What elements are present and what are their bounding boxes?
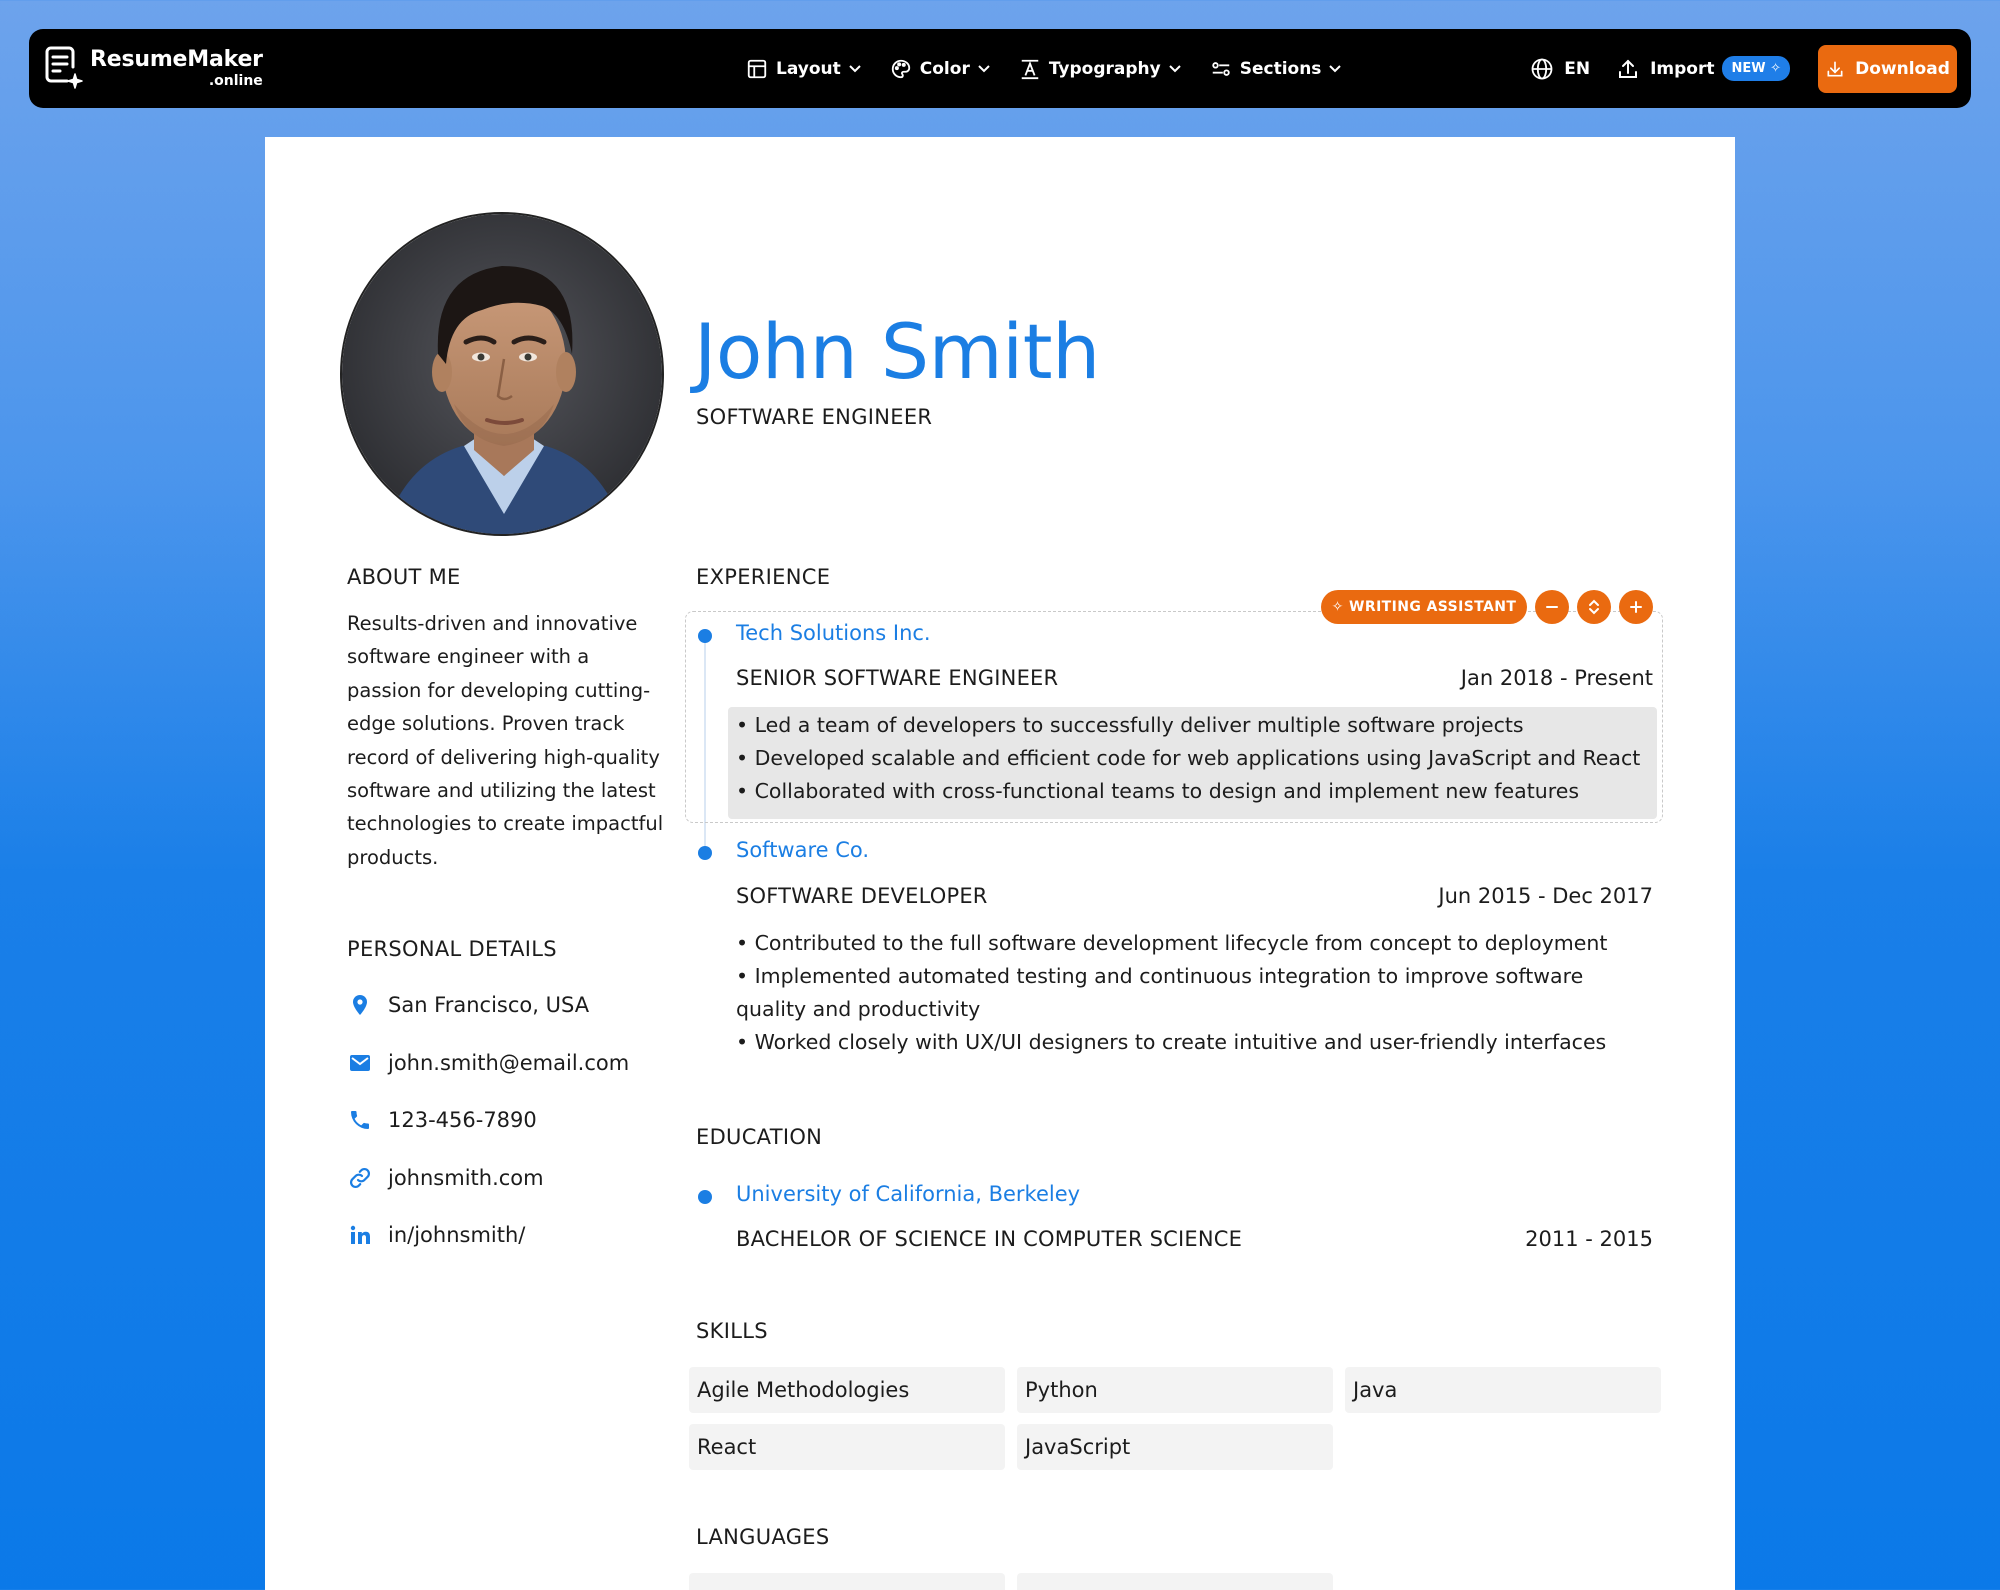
detail-linkedin-value: in/johnsmith/ xyxy=(388,1223,526,1247)
chevron-up-down-icon xyxy=(1589,599,1599,615)
resume-name[interactable]: John Smith xyxy=(694,307,1100,396)
logo-title: ResumeMaker xyxy=(90,46,263,72)
experience-bullet: Developed scalable and efficient code fo… xyxy=(736,742,1651,775)
detail-email-value: john.smith@email.com xyxy=(388,1051,630,1075)
about-text[interactable]: Results-driven and innovative software e… xyxy=(347,607,667,874)
skill-chip[interactable]: JavaScript xyxy=(1017,1424,1333,1470)
skill-chip[interactable]: Java xyxy=(1345,1367,1661,1413)
phone-icon xyxy=(351,1111,369,1129)
education-school[interactable]: University of California, Berkeley xyxy=(736,1182,1080,1206)
languages-heading[interactable]: LANGUAGES xyxy=(696,1525,829,1549)
remove-entry-button[interactable] xyxy=(1535,590,1569,624)
experience-dates[interactable]: Jun 2015 - Dec 2017 xyxy=(1438,884,1653,908)
detail-phone[interactable]: 123-456-7890 xyxy=(348,1108,537,1132)
profile-photo-portrait xyxy=(342,214,662,534)
layout-icon xyxy=(747,59,767,78)
right-tools: EN Import NEW ✧ Download xyxy=(1530,29,1957,108)
education-degree[interactable]: BACHELOR OF SCIENCE IN COMPUTER SCIENCE xyxy=(736,1227,1242,1251)
experience-role[interactable]: SOFTWARE DEVELOPER xyxy=(736,884,988,908)
experience-bullet: Contributed to the full software develop… xyxy=(736,927,1651,960)
download-label: Download xyxy=(1855,58,1950,79)
timeline-dot xyxy=(698,846,712,860)
menu-layout-label: Layout xyxy=(776,58,841,79)
import-button[interactable]: Import NEW ✧ xyxy=(1616,56,1790,81)
import-label: Import xyxy=(1650,58,1715,79)
logo-subtitle: .online xyxy=(208,72,263,89)
language-chip[interactable] xyxy=(1017,1573,1333,1590)
detail-phone-value: 123-456-7890 xyxy=(388,1108,537,1132)
experience-bullets[interactable]: Led a team of developers to successfully… xyxy=(736,709,1651,808)
menu-sections[interactable]: Sections xyxy=(1210,58,1343,80)
personal-details-heading[interactable]: PERSONAL DETAILS xyxy=(347,937,557,961)
entry-toolbar: ✧ WRITING ASSISTANT xyxy=(1321,590,1653,624)
download-button[interactable]: Download xyxy=(1818,44,1957,93)
upload-icon xyxy=(1619,59,1638,78)
timeline-dot xyxy=(698,629,712,643)
experience-bullets[interactable]: Contributed to the full software develop… xyxy=(736,927,1651,1059)
resume-title[interactable]: SOFTWARE ENGINEER xyxy=(696,405,932,429)
experience-bullet: Worked closely with UX/UI designers to c… xyxy=(736,1026,1651,1059)
skills-heading[interactable]: SKILLS xyxy=(696,1319,768,1343)
experience-bullet: Implemented automated testing and contin… xyxy=(736,960,1651,1026)
menu-color[interactable]: Color xyxy=(890,58,991,80)
detail-location-value: San Francisco, USA xyxy=(388,993,590,1017)
chevron-down-icon xyxy=(1169,64,1181,72)
language-selector[interactable]: EN xyxy=(1530,57,1590,81)
timeline-dot xyxy=(698,1190,712,1204)
skill-chip[interactable]: Python xyxy=(1017,1367,1333,1413)
minus-icon xyxy=(1546,606,1558,608)
education-heading[interactable]: EDUCATION xyxy=(696,1125,822,1149)
experience-company[interactable]: Tech Solutions Inc. xyxy=(736,621,931,645)
language-label: EN xyxy=(1564,58,1591,79)
sections-icon xyxy=(1212,61,1230,76)
main-menu: Layout Color Typography Sections xyxy=(746,29,1370,108)
email-icon xyxy=(350,1055,370,1071)
plus-icon xyxy=(1630,601,1642,613)
typography-icon xyxy=(1021,59,1039,79)
menu-sections-label: Sections xyxy=(1239,58,1322,79)
detail-email[interactable]: john.smith@email.com xyxy=(348,1051,629,1075)
education-dates[interactable]: 2011 - 2015 xyxy=(1525,1227,1653,1251)
download-icon xyxy=(1827,61,1843,76)
about-heading[interactable]: ABOUT ME xyxy=(347,565,461,589)
menu-color-label: Color xyxy=(919,58,970,79)
experience-bullet: Collaborated with cross-functional teams… xyxy=(736,775,1651,808)
top-toolbar: ResumeMaker .online Layout Color Typogra… xyxy=(29,29,1971,108)
language-chip[interactable] xyxy=(689,1573,1005,1590)
writing-assistant-button[interactable]: ✧ WRITING ASSISTANT xyxy=(1321,590,1527,624)
add-entry-button[interactable] xyxy=(1619,590,1653,624)
menu-typography[interactable]: Typography xyxy=(1019,58,1182,80)
detail-website-value: johnsmith.com xyxy=(388,1166,544,1190)
menu-typography-label: Typography xyxy=(1048,58,1161,79)
location-pin-icon xyxy=(353,995,367,1015)
menu-layout[interactable]: Layout xyxy=(746,58,862,80)
skill-chip[interactable]: React xyxy=(689,1424,1005,1470)
chevron-down-icon xyxy=(978,64,990,72)
experience-role[interactable]: SENIOR SOFTWARE ENGINEER xyxy=(736,666,1058,690)
chevron-down-icon xyxy=(1329,64,1342,72)
link-icon xyxy=(349,1167,371,1189)
linkedin-icon xyxy=(350,1225,370,1244)
detail-location[interactable]: San Francisco, USA xyxy=(348,993,589,1017)
palette-icon xyxy=(891,59,910,78)
skill-chip[interactable]: Agile Methodologies xyxy=(689,1367,1005,1413)
globe-icon xyxy=(1531,58,1553,79)
new-badge: NEW ✧ xyxy=(1722,56,1790,81)
experience-heading[interactable]: EXPERIENCE xyxy=(696,565,830,589)
logo-icon xyxy=(45,46,83,89)
profile-photo[interactable] xyxy=(340,212,664,536)
reorder-entry-button[interactable] xyxy=(1577,590,1611,624)
detail-website[interactable]: johnsmith.com xyxy=(348,1166,544,1190)
experience-company[interactable]: Software Co. xyxy=(736,838,869,862)
app-logo[interactable]: ResumeMaker .online xyxy=(43,45,263,91)
chevron-down-icon xyxy=(849,64,861,72)
detail-linkedin[interactable]: in/johnsmith/ xyxy=(348,1223,525,1247)
experience-bullet: Led a team of developers to successfully… xyxy=(736,709,1651,742)
experience-dates[interactable]: Jan 2018 - Present xyxy=(1461,666,1653,690)
resume-page: John Smith SOFTWARE ENGINEER ABOUT ME Re… xyxy=(265,137,1735,1590)
